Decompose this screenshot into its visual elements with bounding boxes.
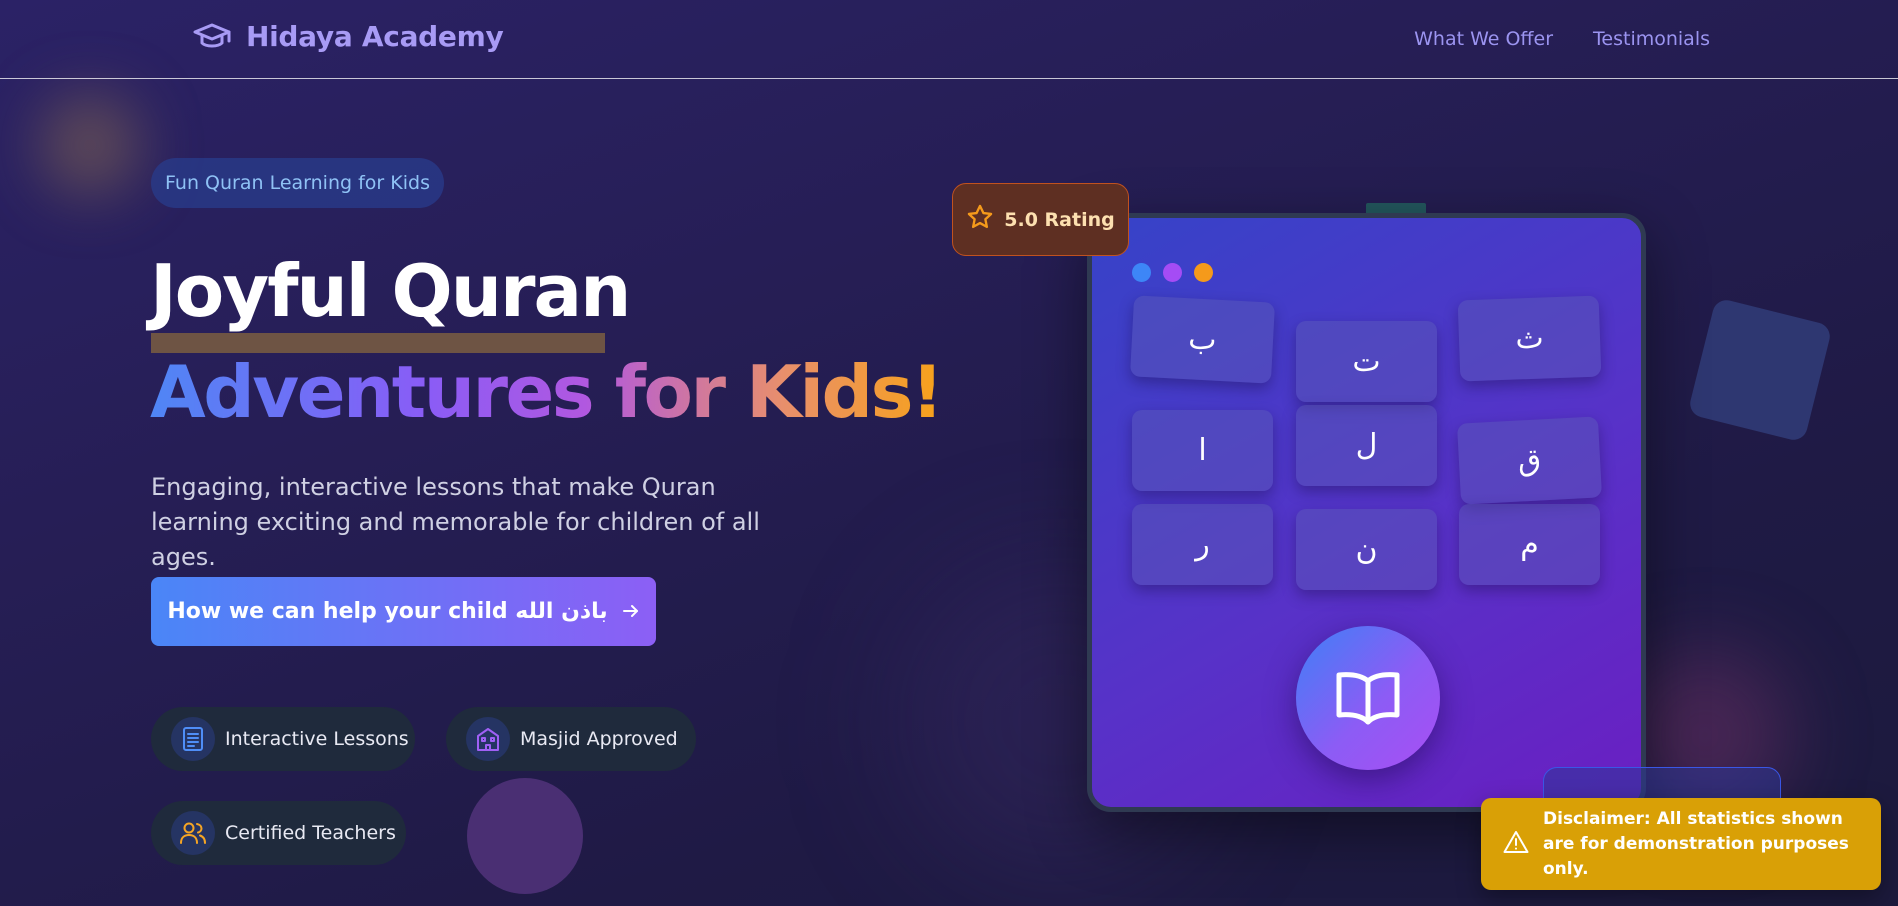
window-dot	[1163, 263, 1182, 282]
feature-badge-interactive-lessons: Interactive Lessons	[151, 707, 415, 771]
brand-name: Hidaya Academy	[246, 20, 504, 53]
feature-badge-certified-teachers: Certified Teachers	[151, 801, 406, 865]
hero-title-line-2: Adventures for Kids!	[150, 350, 944, 434]
feature-label: Certified Teachers	[225, 822, 396, 844]
cta-button[interactable]: How we can help your child باذن الله	[151, 577, 656, 646]
feature-label: Interactive Lessons	[225, 728, 409, 750]
feature-label: Masjid Approved	[520, 728, 678, 750]
arrow-right-icon	[622, 600, 640, 624]
brand-logo[interactable]: Hidaya Academy	[192, 20, 504, 53]
letter-tile: ث	[1457, 295, 1602, 382]
hero-tag: Fun Quran Learning for Kids	[151, 158, 444, 208]
letter-tile: ت	[1296, 321, 1437, 402]
letter-tile: ل	[1296, 405, 1437, 486]
window-dot	[1132, 263, 1151, 282]
rating-label: 5.0 Rating	[1004, 208, 1115, 231]
nav-link-testimonials[interactable]: Testimonials	[1593, 28, 1710, 50]
open-book-icon	[1296, 626, 1440, 770]
letter-tile: ر	[1132, 504, 1273, 585]
document-icon	[171, 717, 215, 761]
disclaimer-banner: Disclaimer: All statistics shown are for…	[1481, 798, 1881, 890]
star-icon	[966, 203, 994, 236]
letter-tile: ن	[1296, 509, 1437, 590]
cta-label: How we can help your child باذن الله	[167, 599, 608, 624]
top-navigation: Hidaya Academy What We Offer Testimonial…	[0, 0, 1898, 79]
hero-title-line-1: Joyful Quran	[150, 249, 631, 333]
letter-tile: ا	[1132, 410, 1273, 491]
tablet-illustration: ب ت ث ا ل ق ر ن م	[1087, 213, 1646, 812]
rating-badge: 5.0 Rating	[952, 183, 1129, 256]
title-underline-highlight	[151, 333, 605, 353]
graduation-cap-icon	[192, 22, 232, 52]
decorative-square	[1687, 297, 1833, 443]
window-dot	[1194, 263, 1213, 282]
background-glow	[40, 95, 140, 195]
letter-tile: ب	[1129, 295, 1276, 384]
users-icon	[171, 811, 215, 855]
letter-tile: م	[1459, 504, 1600, 585]
disclaimer-text: Disclaimer: All statistics shown are for…	[1543, 808, 1849, 879]
letter-tile: ق	[1456, 416, 1603, 505]
warning-icon	[1503, 830, 1529, 858]
window-dots	[1132, 263, 1213, 282]
nav-link-what-we-offer[interactable]: What We Offer	[1414, 28, 1553, 50]
nav-links: What We Offer Testimonials	[1414, 28, 1710, 50]
hero-subtitle: Engaging, interactive lessons that make …	[151, 473, 760, 571]
masjid-icon	[466, 717, 510, 761]
decorative-circle	[467, 778, 583, 894]
feature-badge-masjid-approved: Masjid Approved	[446, 707, 696, 771]
